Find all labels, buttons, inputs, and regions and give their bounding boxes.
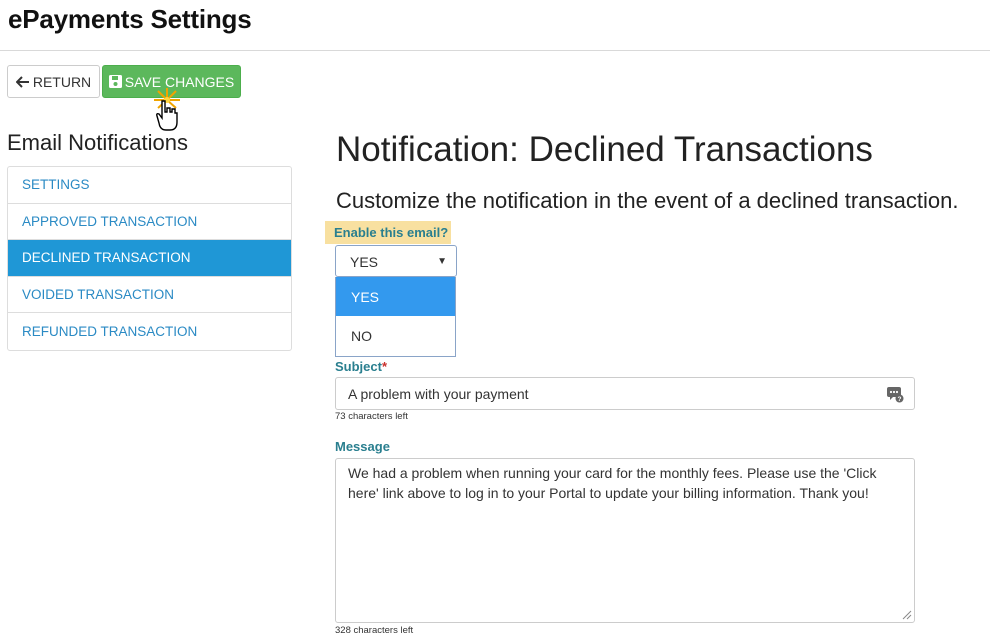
floppy-disk-icon xyxy=(108,75,122,88)
svg-text:?: ? xyxy=(898,396,902,403)
header-divider xyxy=(0,50,990,51)
message-text: We had a problem when running your card … xyxy=(348,465,877,501)
sidebar-title: Email Notifications xyxy=(7,130,188,155)
save-changes-button[interactable]: SAVE CHANGES xyxy=(102,65,241,98)
page-title: ePayments Settings xyxy=(8,4,252,34)
return-button-label: RETURN xyxy=(32,73,92,90)
chevron-down-icon: ▼ xyxy=(437,256,447,267)
subject-characters-left: 73 characters left xyxy=(335,411,408,422)
dropdown-option-no[interactable]: NO xyxy=(336,316,455,355)
subject-label-text: Subject xyxy=(335,359,382,374)
message-characters-left: 328 characters left xyxy=(335,625,414,636)
enable-email-dropdown: YES NO xyxy=(335,277,456,357)
notification-title: Notification: Declined Transactions xyxy=(336,130,873,169)
enable-email-select-value: YES xyxy=(350,254,379,270)
sidebar-item-voided-transaction[interactable]: VOIDED TRANSACTION xyxy=(8,277,291,313)
sidebar-item-approved-transaction[interactable]: APPROVED TRANSACTION xyxy=(8,204,291,240)
notification-subtitle: Customize the notification in the event … xyxy=(336,188,959,213)
subject-input[interactable]: A problem with your payment xyxy=(335,377,915,410)
sidebar-item-declined-transaction[interactable]: DECLINED TRANSACTION xyxy=(8,240,291,277)
dropdown-option-yes[interactable]: YES xyxy=(336,277,455,316)
return-button[interactable]: RETURN xyxy=(7,65,100,98)
enable-email-label: Enable this email? xyxy=(325,221,451,244)
message-label: Message xyxy=(335,439,390,454)
sidebar-nav: SETTINGS APPROVED TRANSACTION DECLINED T… xyxy=(7,166,292,351)
message-textarea[interactable]: We had a problem when running your card … xyxy=(335,458,915,623)
sidebar-item-settings[interactable]: SETTINGS xyxy=(8,167,291,204)
subject-label: Subject* xyxy=(335,359,387,374)
arrow-left-icon xyxy=(15,75,29,88)
sidebar-item-refunded-transaction[interactable]: REFUNDED TRANSACTION xyxy=(8,313,291,350)
resize-grip-icon[interactable] xyxy=(902,610,912,620)
save-changes-button-label: SAVE CHANGES xyxy=(124,73,235,90)
enable-email-select[interactable]: YES ▼ xyxy=(335,245,457,277)
required-marker: * xyxy=(381,359,388,374)
token-icon[interactable]: ? xyxy=(886,385,904,403)
